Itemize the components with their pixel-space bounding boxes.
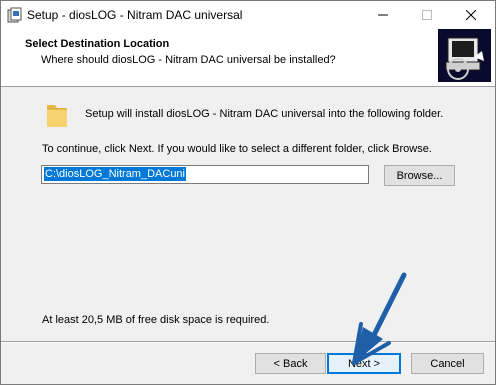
setup-window: Setup - diosLOG - Nitram DAC universal S… (0, 0, 496, 385)
wizard-header: Select Destination Location Where should… (1, 29, 495, 87)
minimize-button[interactable] (361, 1, 405, 29)
setup-app-icon[interactable] (7, 7, 23, 23)
footer-divider (1, 341, 495, 343)
continue-instructions: To continue, click Next. If you would li… (42, 143, 432, 155)
close-button[interactable] (449, 1, 493, 29)
install-info-text: Setup will install diosLOG - Nitram DAC … (85, 108, 444, 120)
window-title: Setup - diosLOG - Nitram DAC universal (27, 8, 243, 22)
close-icon (466, 10, 476, 20)
destination-path-value: C:\diosLOG_Nitram_DACuni (44, 167, 186, 181)
destination-path-input[interactable]: C:\diosLOG_Nitram_DACuni (41, 165, 369, 184)
maximize-icon (422, 10, 432, 20)
title-bar: Setup - diosLOG - Nitram DAC universal (1, 1, 495, 29)
back-button[interactable]: < Back (255, 353, 326, 374)
maximize-button[interactable] (405, 1, 449, 29)
page-subtitle: Where should diosLOG - Nitram DAC univer… (41, 54, 336, 66)
next-button[interactable]: Next > (327, 353, 401, 374)
minimize-icon (378, 14, 388, 16)
folder-icon (45, 101, 69, 129)
page-title: Select Destination Location (25, 38, 170, 50)
disk-space-text: At least 20,5 MB of free disk space is r… (42, 314, 270, 326)
cancel-button[interactable]: Cancel (411, 353, 484, 374)
browse-button[interactable]: Browse... (384, 165, 455, 186)
computer-disk-icon (438, 29, 491, 82)
